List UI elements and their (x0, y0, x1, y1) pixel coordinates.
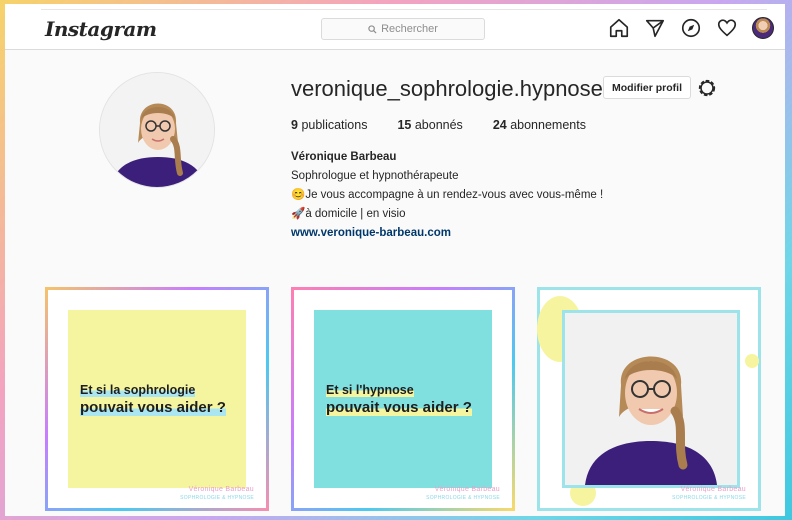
bio-name: Véronique Barbeau (291, 151, 397, 163)
post-text-line2: pouvait vous aider ? (326, 398, 472, 416)
post-text-line1: Et si la sophrologie (80, 382, 196, 397)
bio-website-link[interactable]: www.veronique-barbeau.com (291, 224, 603, 243)
post-brand: Véronique Barbeau SOPHROLOGIE & HYPNOSE (180, 486, 254, 501)
post-tile[interactable]: Véronique Barbeau SOPHROLOGIE & HYPNOSE (537, 287, 761, 511)
following-stat[interactable]: 24 abonnements (493, 118, 586, 132)
post-text-line2: pouvait vous aider ? (80, 398, 226, 416)
nav-icons (608, 17, 774, 39)
divider (41, 9, 767, 10)
decorative-blob (745, 354, 759, 368)
post-brand: Véronique Barbeau SOPHROLOGIE & HYPNOSE (426, 486, 500, 501)
settings-icon[interactable] (696, 77, 718, 99)
post-photo (562, 310, 740, 488)
instagram-logo[interactable]: Instagram (45, 17, 157, 41)
post-graphic: Et si la sophrologie pouvait vous aider … (68, 310, 246, 488)
bio-line: 😊Je vous accompagne à un rendez-vous ave… (291, 189, 604, 201)
profile-picture[interactable] (99, 72, 215, 188)
portrait-photo (565, 313, 737, 485)
bio-line: Sophrologue et hypnothérapeute (291, 170, 459, 182)
activity-icon[interactable] (716, 17, 738, 39)
search-icon (368, 24, 377, 34)
profile-portrait (100, 73, 214, 187)
post-text-line1: Et si l'hypnose (326, 382, 414, 397)
profile-stats: 9 publications 15 abonnés 24 abonnements (291, 118, 586, 132)
home-icon[interactable] (608, 17, 630, 39)
post-brand: Véronique Barbeau SOPHROLOGIE & HYPNOSE (672, 486, 746, 501)
explore-icon[interactable] (680, 17, 702, 39)
top-navigation: Instagram Rechercher (5, 4, 785, 50)
post-tile[interactable]: Et si la sophrologie pouvait vous aider … (45, 287, 269, 511)
bio-line: 🚀à domicile | en visio (291, 208, 406, 220)
post-tile[interactable]: Et si l'hypnose pouvait vous aider ? Vér… (291, 287, 515, 511)
search-input[interactable]: Rechercher (321, 18, 485, 40)
instagram-window: Instagram Rechercher veronique_sophrolog… (5, 4, 785, 516)
followers-stat[interactable]: 15 abonnés (397, 118, 462, 132)
direct-icon[interactable] (644, 17, 666, 39)
profile-bio: Véronique Barbeau Sophrologue et hypnoth… (291, 148, 603, 243)
profile-avatar[interactable] (752, 17, 774, 39)
profile-username: veronique_sophrologie.hypnose (291, 76, 603, 101)
edit-profile-button[interactable]: Modifier profil (603, 76, 691, 99)
search-placeholder: Rechercher (381, 23, 438, 35)
post-graphic: Et si l'hypnose pouvait vous aider ? (314, 310, 492, 488)
posts-stat[interactable]: 9 publications (291, 118, 367, 132)
